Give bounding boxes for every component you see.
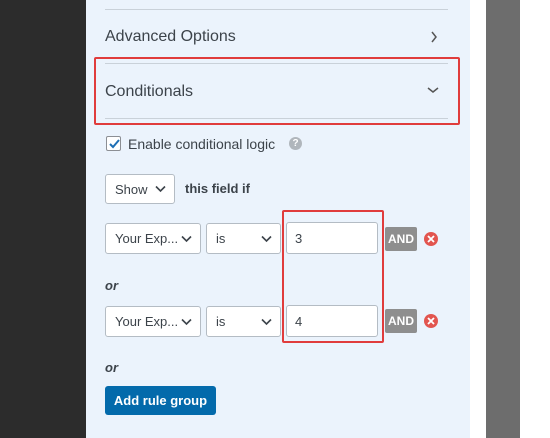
rule-field-select[interactable]: Your Exp... (105, 223, 201, 254)
chevron-down-icon (181, 235, 192, 242)
add-rule-group-button[interactable]: Add rule group (105, 386, 216, 415)
chevron-down-icon (261, 235, 272, 242)
remove-rule-icon[interactable] (424, 314, 438, 328)
rule-field-select[interactable]: Your Exp... (105, 306, 201, 337)
rule-operator-value: is (216, 231, 226, 246)
help-icon[interactable]: ? (289, 137, 302, 150)
or-label: or (105, 278, 118, 293)
chevron-down-icon (181, 318, 192, 325)
or-label: or (105, 360, 118, 375)
show-hide-select-value: Show (115, 181, 148, 197)
divider (105, 9, 448, 10)
left-dark-area (0, 0, 86, 438)
value-inputs-highlight (282, 210, 384, 343)
right-blank-area (520, 0, 550, 438)
scrollbar-track[interactable] (486, 0, 520, 438)
and-button[interactable]: AND (385, 227, 417, 251)
chevron-down-icon (155, 185, 166, 193)
rule-operator-select[interactable]: is (206, 306, 281, 337)
panel-gutter (470, 0, 486, 438)
rule-field-value: Your Exp... (115, 231, 179, 246)
enable-conditional-logic-label: Enable conditional logic (128, 136, 276, 152)
conditionals-highlight (94, 57, 460, 125)
remove-rule-icon[interactable] (424, 232, 438, 246)
this-field-if-label: this field if (185, 181, 250, 196)
and-button[interactable]: AND (385, 309, 417, 333)
chevron-down-icon (261, 318, 272, 325)
rule-operator-value: is (216, 314, 226, 329)
rule-operator-select[interactable]: is (206, 223, 281, 254)
enable-conditional-logic-checkbox[interactable] (106, 136, 121, 151)
show-hide-select[interactable]: Show (105, 174, 175, 204)
chevron-right-icon[interactable] (430, 31, 438, 43)
advanced-options-header[interactable]: Advanced Options (105, 28, 236, 46)
checkmark-icon (109, 139, 120, 149)
rule-field-value: Your Exp... (115, 314, 179, 329)
